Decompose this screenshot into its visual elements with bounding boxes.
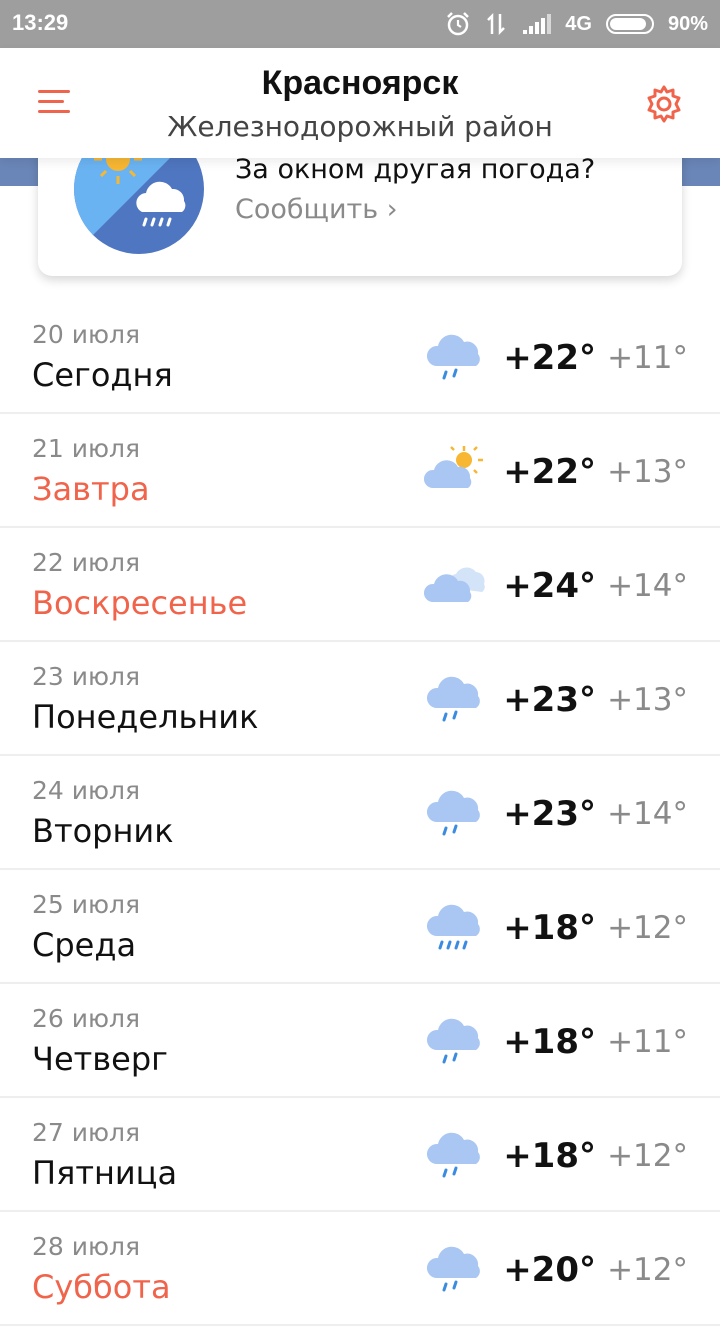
forecast-list: 20 июля Сегодня +22° +11° 21 июля Завтра…	[0, 300, 720, 1326]
forecast-day-name: Понедельник	[32, 698, 259, 736]
forecast-row[interactable]: 25 июля Среда +18° +12°	[0, 870, 720, 984]
forecast-row[interactable]: 20 июля Сегодня +22° +11°	[0, 300, 720, 414]
forecast-temp-min: +13°	[607, 454, 688, 490]
status-time: 13:29	[12, 10, 69, 35]
forecast-temp-max: +18°	[503, 908, 596, 948]
forecast-temp-max: +18°	[503, 1136, 596, 1176]
gear-icon	[647, 85, 681, 123]
forecast-row[interactable]: 23 июля Понедельник +23° +13°	[0, 642, 720, 756]
forecast-day-name: Завтра	[32, 470, 150, 508]
forecast-row[interactable]: 21 июля Завтра +22° +13°	[0, 414, 720, 528]
forecast-temp-max: +23°	[503, 794, 596, 834]
settings-button[interactable]	[644, 84, 684, 124]
battery-level	[609, 18, 646, 30]
status-bar: 13:29 4G 90%	[0, 0, 720, 48]
forecast-date: 25 июля	[32, 890, 141, 919]
forecast-day-name: Четверг	[32, 1040, 168, 1078]
district-subtitle[interactable]: Железнодорожный район	[0, 110, 720, 143]
report-title: За окном другая погода?	[235, 154, 596, 185]
forecast-date: 24 июля	[32, 776, 141, 805]
forecast-temp-max: +22°	[503, 338, 596, 378]
forecast-day-name: Пятница	[32, 1154, 178, 1192]
app-header: Красноярск Железнодорожный район	[0, 48, 720, 158]
forecast-temp-min: +11°	[607, 340, 688, 376]
forecast-temp-min: +11°	[607, 1024, 688, 1060]
city-title[interactable]: Красноярск	[0, 64, 720, 103]
forecast-temp-min: +12°	[607, 910, 688, 946]
forecast-date: 20 июля	[32, 320, 141, 349]
status-icons: 4G 90%	[445, 0, 708, 48]
forecast-date: 27 июля	[32, 1118, 141, 1147]
battery-percent: 90%	[667, 12, 708, 35]
forecast-day-name: Среда	[32, 926, 137, 964]
forecast-temp-min: +14°	[607, 796, 688, 832]
forecast-day-name: Воскресенье	[32, 584, 248, 622]
forecast-temp-min: +12°	[607, 1252, 688, 1288]
forecast-date: 22 июля	[32, 548, 141, 577]
data-transfer-icon	[487, 12, 506, 36]
forecast-temp-min: +14°	[607, 568, 688, 604]
forecast-date: 23 июля	[32, 662, 141, 691]
signal-icon	[523, 14, 552, 34]
alarm-icon	[447, 12, 470, 36]
battery-icon	[605, 14, 654, 34]
forecast-row[interactable]: 26 июля Четверг +18° +11°	[0, 984, 720, 1098]
forecast-date: 28 июля	[32, 1232, 141, 1261]
forecast-date: 26 июля	[32, 1004, 141, 1033]
forecast-temp-max: +24°	[503, 566, 596, 606]
forecast-row[interactable]: 28 июля Суббота +20° +12°	[0, 1212, 720, 1326]
forecast-day-name: Суббота	[32, 1268, 171, 1306]
forecast-temp-max: +18°	[503, 1022, 596, 1062]
forecast-temp-min: +13°	[607, 682, 688, 718]
forecast-row[interactable]: 24 июля Вторник +23° +14°	[0, 756, 720, 870]
forecast-day-name: Вторник	[32, 812, 174, 850]
forecast-date: 21 июля	[32, 434, 141, 463]
report-link[interactable]: Сообщить ›	[235, 194, 398, 225]
forecast-temp-max: +23°	[503, 680, 596, 720]
forecast-temp-max: +20°	[503, 1250, 596, 1290]
forecast-temp-max: +22°	[503, 452, 596, 492]
forecast-temp-min: +12°	[607, 1138, 688, 1174]
forecast-row[interactable]: 22 июля Воскресенье +24° +14°	[0, 528, 720, 642]
forecast-day-name: Сегодня	[32, 356, 173, 394]
background-strip-right	[680, 158, 720, 186]
forecast-row[interactable]: 27 июля Пятница +18° +12°	[0, 1098, 720, 1212]
network-type: 4G	[565, 12, 592, 35]
